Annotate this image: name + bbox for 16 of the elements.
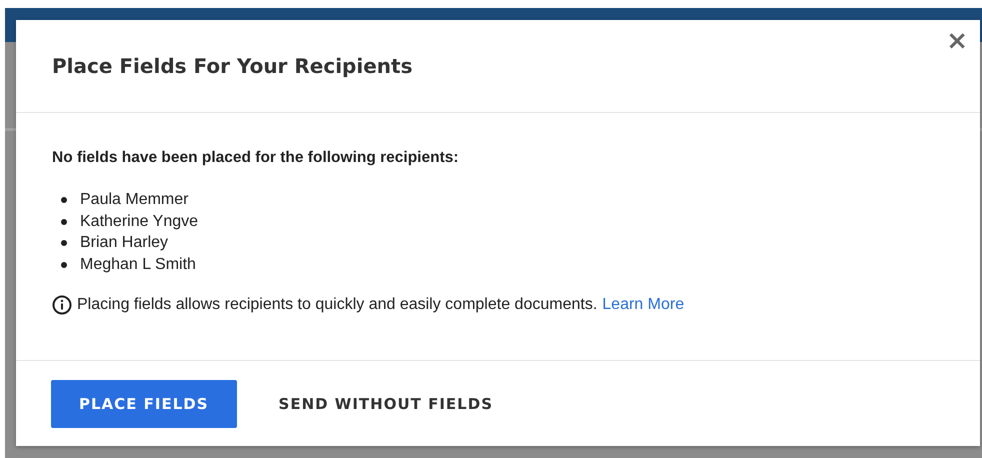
- recipient-name: Paula Memmer: [80, 191, 188, 208]
- info-icon: [52, 295, 72, 315]
- recipient-name: Meghan L Smith: [80, 256, 196, 272]
- message-text: No fields have been placed for the following recipients:: [52, 149, 460, 167]
- learn-more-link[interactable]: Learn More: [602, 296, 684, 314]
- recipient-name: Brian Harley: [80, 234, 168, 251]
- bullet-icon: [61, 262, 67, 268]
- place-fields-button[interactable]: PLACE FIELDS: [51, 380, 237, 428]
- bullet-icon: [61, 240, 67, 246]
- dialog-title: Place Fields For Your Recipients: [52, 54, 412, 78]
- info-text: Placing fields allows recipients to quickly and easily complete documents.: [77, 296, 598, 314]
- bullet-icon: [61, 197, 67, 203]
- recipient-name: Katherine Yngve: [80, 212, 198, 230]
- send-without-fields-button[interactable]: SEND WITHOUT FIELDS: [278, 380, 493, 428]
- close-button[interactable]: ×: [946, 28, 968, 54]
- bullet-icon: [61, 218, 67, 224]
